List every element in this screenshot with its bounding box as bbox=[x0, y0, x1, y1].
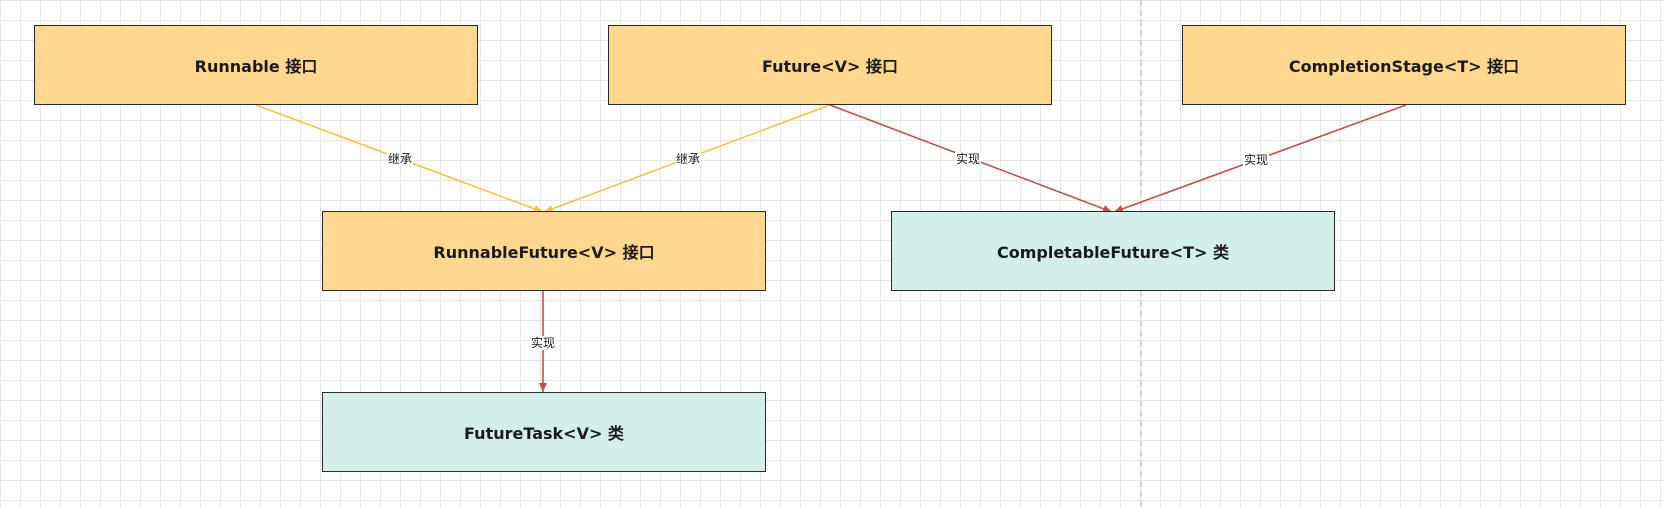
edge-label-runnable-extends: 继承 bbox=[386, 152, 414, 166]
node-runnable-future-label: RunnableFuture<V> 接口 bbox=[433, 243, 655, 262]
node-completable-future-label: CompletableFuture<T> 类 bbox=[996, 243, 1230, 262]
edge-label-future-extends: 继承 bbox=[674, 152, 702, 166]
edge-label-completion-stage-implements: 实现 bbox=[1242, 153, 1270, 167]
edge-label-future-implements: 实现 bbox=[954, 152, 982, 166]
node-runnable-interface[interactable]: Runnable 接口 bbox=[34, 25, 478, 105]
node-completion-stage-label: CompletionStage<T> 接口 bbox=[1288, 57, 1520, 76]
diagram-canvas: Runnable 接口 Future<V> 接口 CompletionStage… bbox=[0, 0, 1665, 507]
node-runnable-label: Runnable 接口 bbox=[194, 57, 318, 76]
edge-label-runnable-future-implements: 实现 bbox=[529, 336, 557, 350]
node-future-interface[interactable]: Future<V> 接口 bbox=[608, 25, 1052, 105]
node-future-task-label: FutureTask<V> 类 bbox=[464, 424, 624, 443]
node-runnable-future-interface[interactable]: RunnableFuture<V> 接口 bbox=[322, 211, 766, 291]
node-completion-stage-interface[interactable]: CompletionStage<T> 接口 bbox=[1182, 25, 1626, 105]
node-future-task-class[interactable]: FutureTask<V> 类 bbox=[322, 392, 766, 472]
node-future-label: Future<V> 接口 bbox=[761, 57, 899, 76]
node-completable-future-class[interactable]: CompletableFuture<T> 类 bbox=[891, 211, 1335, 291]
